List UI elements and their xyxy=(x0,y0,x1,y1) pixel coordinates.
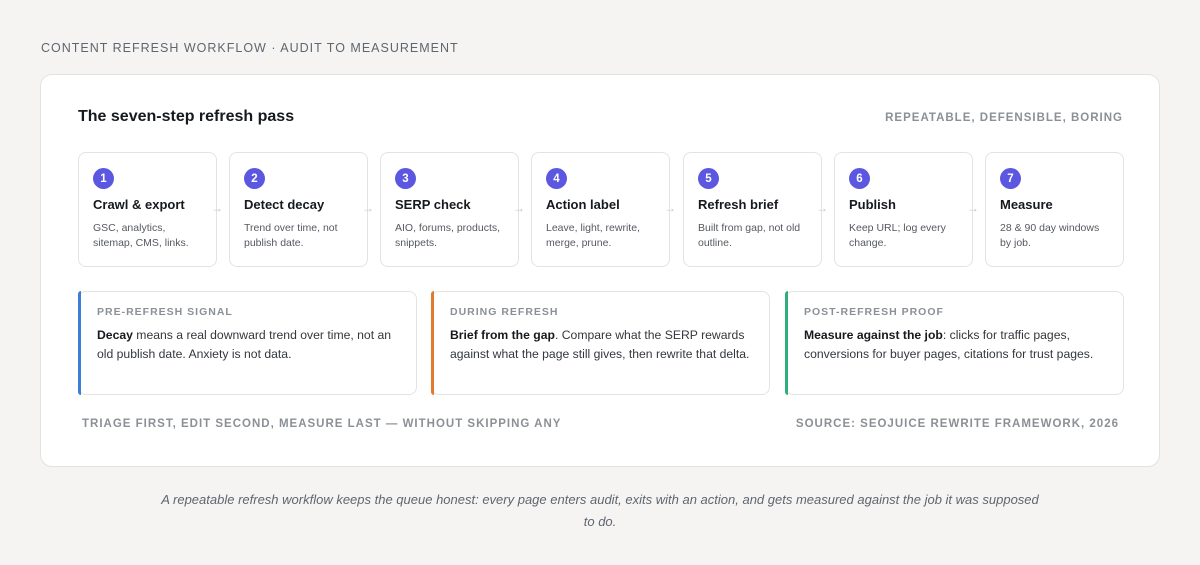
step-description: AIO, forums, products, snippets. xyxy=(395,222,501,249)
phase-lead: Brief from the gap xyxy=(450,328,555,342)
step-card-7: 7 Measure 28 & 90 day windows by job. xyxy=(985,152,1124,267)
phase-body: Brief from the gap. Compare what the SER… xyxy=(450,326,751,363)
step-description: Leave, light, rewrite, merge, prune. xyxy=(546,222,640,249)
step-card-4: 4 Action label Leave, light, rewrite, me… xyxy=(531,152,670,267)
step-card-1: 1 Crawl & export GSC, analytics, sitemap… xyxy=(78,152,217,267)
step-title: Refresh brief xyxy=(698,197,779,212)
arrow-right-icon: → xyxy=(967,201,979,215)
step-title: SERP check xyxy=(395,197,471,212)
page-eyebrow: CONTENT REFRESH WORKFLOW · AUDIT TO MEAS… xyxy=(41,41,459,55)
step-description: Built from gap, not old outline. xyxy=(698,222,801,249)
arrow-right-icon: → xyxy=(211,201,223,215)
phase-text: means a real downward trend over time, n… xyxy=(97,328,392,361)
step-title: Publish xyxy=(849,197,896,212)
phase-body: Decay means a real downward trend over t… xyxy=(97,326,398,363)
step-description: Keep URL; log every change. xyxy=(849,222,946,249)
card-tag: REPEATABLE, DEFENSIBLE, BORING xyxy=(885,112,1123,124)
step-title: Measure xyxy=(1000,197,1053,212)
phase-pre-refresh: PRE-REFRESH SIGNAL Decay means a real do… xyxy=(78,291,417,395)
step-number-badge: 3 xyxy=(395,168,416,189)
phase-lead: Measure against the job xyxy=(804,328,943,342)
step-title: Detect decay xyxy=(244,197,325,212)
card-title: The seven-step refresh pass xyxy=(78,108,295,125)
phase-label: POST-REFRESH PROOF xyxy=(804,306,944,318)
step-title: Crawl & export xyxy=(93,197,185,212)
workflow-card: The seven-step refresh pass REPEATABLE, … xyxy=(40,74,1160,467)
phase-body: Measure against the job: clicks for traf… xyxy=(804,326,1105,363)
phase-label: PRE-REFRESH SIGNAL xyxy=(97,306,233,318)
step-number-badge: 7 xyxy=(1000,168,1021,189)
step-number-badge: 1 xyxy=(93,168,114,189)
card-footer-source: SOURCE: SEOJUICE REWRITE FRAMEWORK, 2026 xyxy=(795,418,1119,430)
step-number-badge: 4 xyxy=(546,168,567,189)
step-description: 28 & 90 day windows by job. xyxy=(1000,222,1100,249)
arrow-right-icon: → xyxy=(664,201,676,215)
arrow-right-icon: → xyxy=(513,201,525,215)
steps-row: 1 Crawl & export GSC, analytics, sitemap… xyxy=(78,152,1124,267)
phase-post-refresh: POST-REFRESH PROOF Measure against the j… xyxy=(785,291,1124,395)
phase-lead: Decay xyxy=(97,328,133,342)
arrow-right-icon: → xyxy=(816,201,828,215)
figure-caption: A repeatable refresh workflow keeps the … xyxy=(161,492,1039,529)
card-footer-note: TRIAGE FIRST, EDIT SECOND, MEASURE LAST … xyxy=(82,418,562,430)
step-description: GSC, analytics, sitemap, CMS, links. xyxy=(93,222,189,249)
step-description: Trend over time, not publish date. xyxy=(244,222,338,249)
phase-during-refresh: DURING REFRESH Brief from the gap. Compa… xyxy=(431,291,770,395)
step-card-3: 3 SERP check AIO, forums, products, snip… xyxy=(380,152,519,267)
step-card-2: 2 Detect decay Trend over time, not publ… xyxy=(229,152,368,267)
phases-row: PRE-REFRESH SIGNAL Decay means a real do… xyxy=(78,291,1124,395)
step-number-badge: 2 xyxy=(244,168,265,189)
step-number-badge: 5 xyxy=(698,168,719,189)
step-card-5: 5 Refresh brief Built from gap, not old … xyxy=(683,152,822,267)
step-number-badge: 6 xyxy=(849,168,870,189)
arrow-right-icon: → xyxy=(362,201,374,215)
step-title: Action label xyxy=(546,197,620,212)
phase-label: DURING REFRESH xyxy=(450,306,559,318)
step-card-6: 6 Publish Keep URL; log every change. xyxy=(834,152,973,267)
